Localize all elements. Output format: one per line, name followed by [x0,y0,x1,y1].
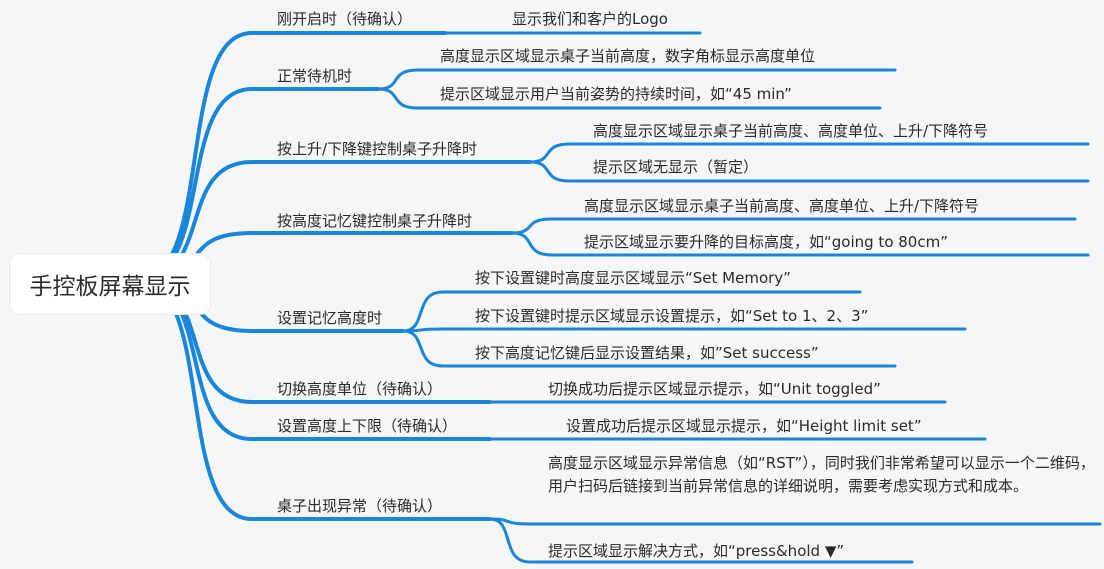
leaf-node[interactable]: 提示区域显示解决方式，如“press&hold ▼” [548,541,844,561]
branch-to-leaf-connector [401,327,967,333]
root-node-label: 手控板屏幕显示 [29,274,191,300]
leaf-node[interactable]: 设置成功后提示区域显示提示，如“Height limit set” [566,416,922,436]
leaf-node[interactable]: 切换成功后提示区域显示提示，如“Unit toggled” [548,379,881,399]
branch-to-leaf-connector [488,517,1102,526]
leaf-node[interactable]: 显示我们和客户的Logo [512,9,668,29]
branch-node-error[interactable]: 桌子出现异常（待确认） [277,496,442,516]
leaf-node[interactable]: 按下高度记忆键后显示设置结果，如”Set success” [475,343,819,363]
branch-to-leaf-connector [510,217,1077,235]
leaf-node[interactable]: 高度显示区域显示桌子当前高度，数字角标显示高度单位 [440,46,815,66]
branch-node-startup[interactable]: 刚开启时（待确认） [277,9,412,29]
leaf-node[interactable]: 按下设置键时高度显示区域显示“Set Memory” [475,268,791,288]
branch-node-height-limit[interactable]: 设置高度上下限（待确认） [277,416,457,436]
leaf-node[interactable]: 高度显示区域显示桌子当前高度、高度单位、上升/下降符号 [593,121,988,141]
leaf-node[interactable]: 按下设置键时提示区域显示设置提示，如“Set to 1、2、3” [475,306,868,326]
leaf-node-multiline[interactable]: 高度显示区域显示异常信息（如“RST”），同时我们非常希望可以显示一个二维码，用… [548,452,1096,498]
branch-node-standby[interactable]: 正常待机时 [277,66,352,86]
branch-node-set-memory[interactable]: 设置记忆高度时 [277,308,382,328]
mindmap-canvas: 手控板屏幕显示 刚开启时（待确认） 显示我们和客户的Logo 正常待机时 高度显… [0,0,1104,569]
leaf-node[interactable]: 提示区域显示用户当前姿势的持续时间，如“45 min” [440,84,792,104]
leaf-node[interactable]: 高度显示区域显示桌子当前高度、高度单位、上升/下降符号 [584,196,979,216]
branch-node-memory-lift[interactable]: 按高度记忆键控制桌子升降时 [277,211,472,231]
root-node[interactable]: 手控板屏幕显示 [10,254,210,314]
leaf-node[interactable]: 提示区域无显示（暂定） [593,157,758,177]
branch-node-unit-toggle[interactable]: 切换高度单位（待确认） [277,379,442,399]
branch-node-manual-lift[interactable]: 按上升/下降键控制桌子升降时 [277,139,477,159]
leaf-node[interactable]: 提示区域显示要升降的目标高度，如“going to 80cm” [584,232,948,252]
